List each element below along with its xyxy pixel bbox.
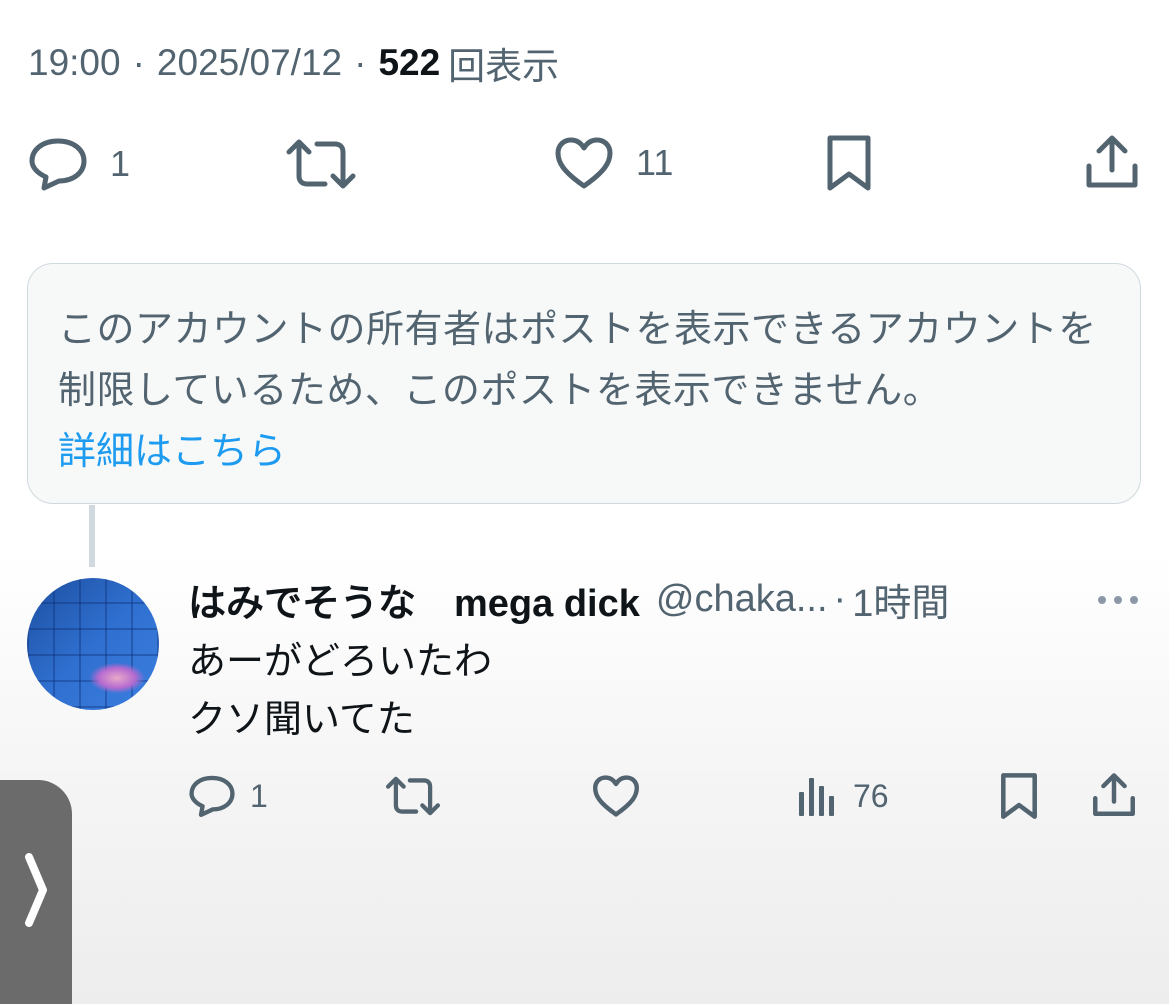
retweet-icon [285,136,357,192]
bookmark-icon [826,134,872,192]
views-count[interactable]: 522 [378,42,440,84]
tweet-date: 2025/07/12 [156,42,343,83]
side-panel-tab[interactable] [0,780,72,1004]
share-button[interactable] [1085,134,1139,190]
reply-text-line: クソ聞いてた [188,699,415,741]
reply-share-button[interactable] [1092,772,1136,818]
like-count: 11 [636,142,674,183]
like-icon [592,774,640,818]
reply-handle[interactable]: @chaka... [656,578,828,621]
reply-display-name[interactable]: はみでそうな mega dick [188,572,640,627]
header-separator: · [833,577,847,620]
reply-button[interactable]: 1 [28,136,130,192]
reply-retweet-button[interactable] [385,774,441,818]
meta-separator: · [132,42,145,83]
bookmark-button[interactable] [826,134,872,192]
bookmark-icon [1000,772,1038,820]
reply-text: あーがどろいたわ クソ聞いてた [188,633,492,749]
tweet-time: 19:00 [28,42,121,83]
reply-reply-count: 1 [250,777,268,814]
notice-message: このアカウントの所有者はポストを表示できるアカウントを制限しているため、このポス… [58,309,1097,412]
reply-icon [28,136,88,192]
reply-bookmark-button[interactable] [1000,772,1038,820]
learn-more-link[interactable]: 詳細はこちら [58,422,1110,483]
reply-count: 1 [110,143,131,184]
meta-separator: · [354,42,367,83]
reply-text-line: あーがどろいたわ [188,641,493,683]
restricted-notice: このアカウントの所有者はポストを表示できるアカウントを制限しているため、このポス… [27,263,1141,504]
tweet-meta: 19:00 · 2025/07/12 · 522 回表示 [28,38,559,88]
reply-views-button[interactable]: 76 [797,774,889,818]
avatar[interactable] [27,578,159,710]
views-icon [797,774,839,818]
reply-header: はみでそうな mega dick @chaka... · 1時間 [188,575,949,625]
like-icon [554,136,614,190]
reply-time[interactable]: 1時間 [852,572,949,627]
share-icon [1085,134,1139,190]
share-icon [1092,772,1136,818]
chevron-right-icon [23,851,49,934]
retweet-icon [385,774,441,818]
more-button[interactable] [1096,593,1140,611]
reply-views-count: 76 [853,777,889,814]
more-icon [1096,593,1140,610]
reply-reply-button[interactable]: 1 [188,774,268,818]
reply-like-button[interactable] [592,774,640,818]
like-button[interactable]: 11 [554,136,673,190]
reply-icon [188,774,236,818]
views-label[interactable]: 回表示 [448,36,559,90]
retweet-button[interactable] [285,136,357,192]
thread-line [89,505,95,567]
